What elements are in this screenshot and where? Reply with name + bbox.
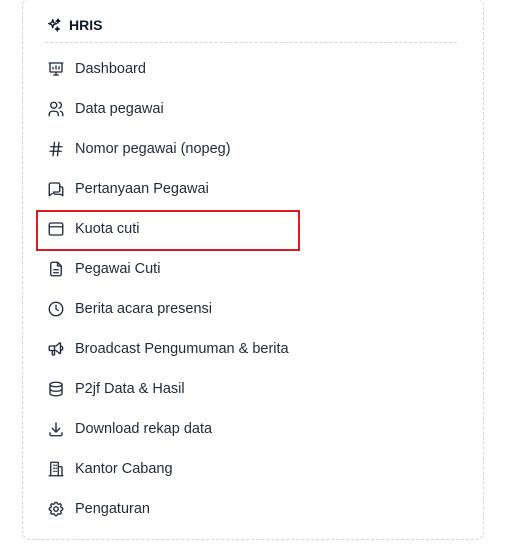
menu-item-label: Data pegawai [75, 101, 164, 117]
file-text-icon [47, 260, 65, 278]
menu-item-label: Pertanyaan Pegawai [75, 181, 209, 197]
sidebar-title: HRIS [69, 16, 103, 33]
menu-item-label: Nomor pegawai (nopeg) [75, 141, 231, 157]
menu-item-pengaturan[interactable]: Pengaturan [45, 489, 465, 529]
menu-item-label: Download rekap data [75, 421, 213, 437]
message-question-icon [47, 180, 65, 198]
clock-icon [47, 300, 65, 318]
sidebar-panel: HRIS Dashboard Data pegawai Nomor pegawa… [22, 0, 484, 540]
database-icon [47, 380, 65, 398]
menu-item-nomor-pegawai[interactable]: Nomor pegawai (nopeg) [45, 129, 465, 169]
menu-item-kantor-cabang[interactable]: Kantor Cabang [45, 449, 465, 489]
sparkles-icon [45, 16, 63, 34]
menu-item-pegawai-cuti[interactable]: Pegawai Cuti [45, 249, 465, 289]
building-icon [47, 460, 65, 478]
menu-item-label: Dashboard [75, 61, 146, 77]
menu-item-label: Kuota cuti [75, 221, 140, 237]
menu-item-label: P2jf Data & Hasil [75, 381, 185, 397]
hash-icon [47, 140, 65, 158]
menu-item-broadcast[interactable]: Broadcast Pengumuman & berita [45, 329, 465, 369]
menu-item-p2jf[interactable]: P2jf Data & Hasil [45, 369, 465, 409]
megaphone-icon [47, 340, 65, 358]
gear-icon [47, 500, 65, 518]
presentation-chart-icon [47, 60, 65, 78]
sidebar-header: HRIS [45, 13, 457, 43]
menu-item-label: Kantor Cabang [75, 461, 173, 477]
menu-item-data-pegawai[interactable]: Data pegawai [45, 89, 465, 129]
menu-item-berita-acara-presensi[interactable]: Berita acara presensi [45, 289, 465, 329]
menu-item-pertanyaan-pegawai[interactable]: Pertanyaan Pegawai [45, 169, 465, 209]
download-icon [47, 420, 65, 438]
menu-item-label: Pegawai Cuti [75, 261, 161, 277]
menu-item-download-rekap[interactable]: Download rekap data [45, 409, 465, 449]
calendar-window-icon [47, 220, 65, 238]
menu-item-label: Berita acara presensi [75, 301, 213, 317]
menu-item-label: Pengaturan [75, 501, 150, 517]
users-icon [47, 100, 65, 118]
menu-item-dashboard[interactable]: Dashboard [45, 49, 465, 89]
menu-item-label: Broadcast Pengumuman & berita [75, 341, 289, 357]
menu-item-kuota-cuti[interactable]: Kuota cuti [45, 209, 465, 249]
